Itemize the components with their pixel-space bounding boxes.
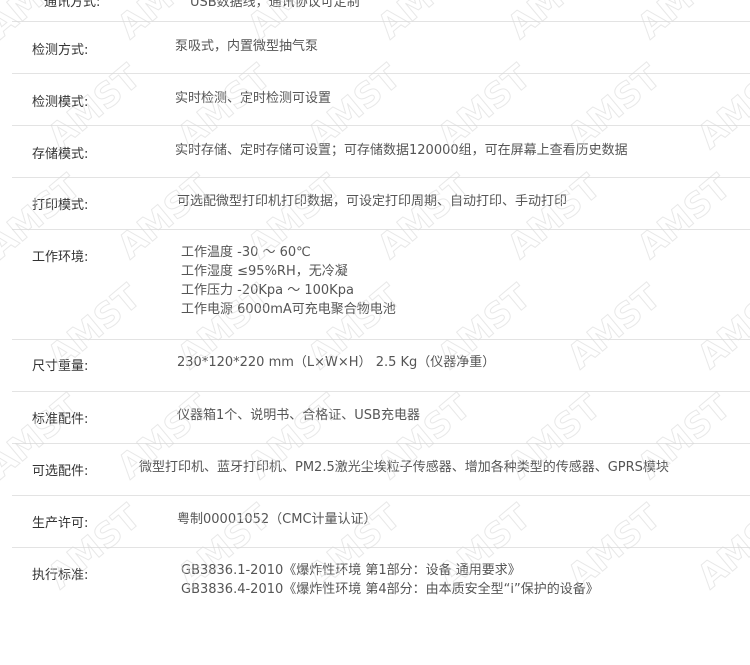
spec-value-cut: USB数据线，通讯协议可定制	[190, 0, 360, 10]
spec-row: 存储模式: 实时存储、定时存储可设置；可存储数据120000组，可在屏幕上查看历史…	[12, 125, 750, 178]
spec-value: 工作温度 -30 ～ 60℃ 工作湿度 ≤95%RH，无冷凝 工作压力 -20Kpa…	[181, 243, 396, 319]
spec-value-line: 实时检测、定时检测可设置	[175, 91, 332, 106]
spec-row: 生产许可: 粤制00001052（CMC计量认证）	[12, 495, 750, 548]
spec-value-line: 可选配微型打印机打印数据，可设定打印周期、自动打印、手动打印	[177, 194, 568, 209]
spec-value: GB3836.1-2010《爆炸性环境 第1部分：设备 通用要求》 GB3836.…	[181, 561, 599, 599]
spec-value-line: GB3836.4-2010《爆炸性环境 第4部分：由本质安全型“i”保护的设备》	[181, 582, 599, 597]
spec-value: 实时检测、定时检测可设置	[175, 89, 331, 108]
spec-value-line: 泵吸式，内置微型抽气泵	[175, 39, 319, 54]
spec-value-line: 工作温度 -30 ～ 60℃	[181, 245, 311, 260]
spec-value: 粤制00001052（CMC计量认证）	[177, 510, 377, 529]
spec-label: 打印模式:	[32, 198, 89, 213]
spec-value: 实时存储、定时存储可设置；可存储数据120000组，可在屏幕上查看历史数据	[175, 141, 628, 160]
spec-value-line: 工作电源 6000mA可充电聚合物电池	[181, 302, 396, 317]
spec-label: 可选配件:	[32, 464, 89, 479]
spec-label: 执行标准:	[32, 568, 89, 583]
spec-row: 打印模式: 可选配微型打印机打印数据，可设定打印周期、自动打印、手动打印	[12, 177, 750, 230]
spec-value-line: 微型打印机、蓝牙打印机、PM2.5激光尘埃粒子传感器、增加各种类型的传感器、GP…	[139, 460, 669, 475]
spec-value-line: 工作压力 -20Kpa ～ 100Kpa	[181, 283, 354, 298]
spec-row: 工作环境: 工作温度 -30 ～ 60℃ 工作湿度 ≤95%RH，无冷凝 工作压力 -…	[12, 229, 750, 340]
spec-value-line: 粤制00001052（CMC计量认证）	[177, 512, 377, 527]
spec-value: 微型打印机、蓝牙打印机、PM2.5激光尘埃粒子传感器、增加各种类型的传感器、GP…	[139, 458, 669, 477]
spec-label: 检测模式:	[32, 95, 89, 110]
spec-label: 检测方式:	[32, 43, 89, 58]
spec-label: 生产许可:	[32, 516, 89, 531]
spec-value: 仪器箱1个、说明书、合格证、USB充电器	[177, 406, 420, 425]
spec-row: 执行标准: GB3836.1-2010《爆炸性环境 第1部分：设备 通用要求》 GB…	[12, 547, 750, 665]
spec-label: 存储模式:	[32, 147, 89, 162]
spec-label: 标准配件:	[32, 412, 89, 427]
spec-row: 检测模式: 实时检测、定时检测可设置	[12, 73, 750, 126]
spec-row: 尺寸重量: 230*120*220 mm（L×W×H） 2.5 Kg（仪器净重）	[12, 339, 750, 392]
spec-row: 标准配件: 仪器箱1个、说明书、合格证、USB充电器	[12, 391, 750, 444]
spec-value: 可选配微型打印机打印数据，可设定打印周期、自动打印、手动打印	[177, 192, 567, 211]
spec-row-cut: 通讯方式: USB数据线，通讯协议可定制	[12, 0, 750, 22]
spec-label-cut: 通讯方式:	[44, 0, 101, 10]
spec-row: 检测方式: 泵吸式，内置微型抽气泵	[12, 21, 750, 74]
spec-value-line: 工作湿度 ≤95%RH，无冷凝	[181, 264, 348, 279]
spec-label: 尺寸重量:	[32, 359, 89, 374]
spec-value-line: GB3836.1-2010《爆炸性环境 第1部分：设备 通用要求》	[181, 563, 521, 578]
spec-value-line: 230*120*220 mm（L×W×H） 2.5 Kg（仪器净重）	[177, 355, 496, 370]
spec-label: 工作环境:	[32, 250, 89, 265]
spec-row: 可选配件: 微型打印机、蓝牙打印机、PM2.5激光尘埃粒子传感器、增加各种类型的传…	[12, 443, 750, 496]
spec-value-line: 实时存储、定时存储可设置；可存储数据120000组，可在屏幕上查看历史数据	[175, 143, 628, 158]
spec-value: 泵吸式，内置微型抽气泵	[175, 37, 318, 56]
spec-value: 230*120*220 mm（L×W×H） 2.5 Kg（仪器净重）	[177, 353, 495, 372]
spec-value-line: 仪器箱1个、说明书、合格证、USB充电器	[177, 408, 420, 423]
